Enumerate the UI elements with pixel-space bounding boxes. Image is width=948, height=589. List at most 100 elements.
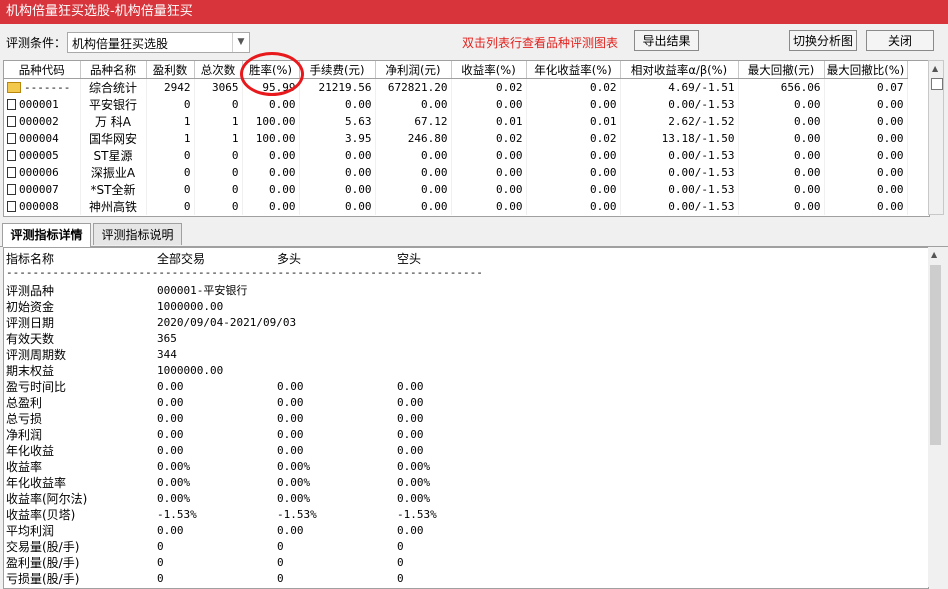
switch-chart-button[interactable]: 切换分析图 bbox=[789, 30, 857, 51]
cell-win: 0 bbox=[146, 164, 195, 181]
scroll-thumb[interactable] bbox=[931, 78, 943, 90]
metric-all: 0.00% bbox=[157, 476, 191, 489]
metric-all: 0.00 bbox=[157, 380, 184, 393]
table-row[interactable]: 000001 平安银行 0 0 0.00 0.00 0.00 0.00 0.00 0.00/-1.… bbox=[4, 96, 908, 113]
cell-total: 0 bbox=[194, 96, 243, 113]
column-header[interactable]: 手续费(元) bbox=[299, 61, 376, 79]
cell-maxdd: 0.00 bbox=[738, 198, 825, 215]
metric-all: 0.00 bbox=[157, 444, 184, 457]
table-row[interactable]: 000007 *ST全新 0 0 0.00 0.00 0.00 0.00 0.00 0.00/-1… bbox=[4, 181, 908, 198]
cell-win: 1 bbox=[146, 113, 195, 130]
chevron-down-icon[interactable]: ▼ bbox=[232, 33, 249, 52]
table-row[interactable]: 000004 国华网安 1 1 100.00 3.95 246.80 0.02 0.02 13.1… bbox=[4, 130, 908, 147]
scroll-thumb[interactable] bbox=[930, 265, 941, 445]
scroll-up-icon[interactable]: ▲ bbox=[932, 64, 938, 73]
cell-fee: 0.00 bbox=[299, 164, 376, 181]
detail-row: 盈亏时间比 0.00 0.00 0.00 bbox=[6, 379, 906, 395]
cell-annual: 0.00 bbox=[526, 96, 621, 113]
metric-all: 2020/09/04-2021/09/03 bbox=[157, 316, 297, 329]
metric-short: 0 bbox=[397, 540, 404, 553]
condition-label: 评测条件： bbox=[6, 36, 67, 50]
table-row[interactable]: ------- 综合统计 2942 3065 95.99 21219.56 672821.2… bbox=[4, 78, 908, 96]
metric-all: 344 bbox=[157, 348, 177, 361]
metric-all: 0.00% bbox=[157, 492, 191, 505]
column-header[interactable]: 最大回撤比(%) bbox=[824, 61, 908, 79]
cell-total: 1 bbox=[194, 130, 243, 147]
metric-all: 0.00% bbox=[157, 460, 191, 473]
cell-annual: 0.02 bbox=[526, 78, 621, 96]
cell-profit: 0.00 bbox=[375, 96, 452, 113]
cell-name: ST星源 bbox=[80, 147, 147, 164]
cell-annual: 0.00 bbox=[526, 164, 621, 181]
metric-all: 0.00 bbox=[157, 412, 184, 425]
metric-all: -1.53% bbox=[157, 508, 197, 521]
table-row[interactable]: 000006 深振业A 0 0 0.00 0.00 0.00 0.00 0.00 0.00/-1.… bbox=[4, 164, 908, 181]
cell-profit: 67.12 bbox=[375, 113, 452, 130]
cell-name: 综合统计 bbox=[80, 78, 147, 96]
cell-name: 神州高铁 bbox=[80, 198, 147, 215]
scroll-up-icon[interactable]: ▲ bbox=[931, 250, 937, 259]
cell-annual: 0.00 bbox=[526, 147, 621, 164]
detail-row: 评测周期数 344 bbox=[6, 347, 906, 363]
cell-fee: 3.95 bbox=[299, 130, 376, 147]
cell-total: 0 bbox=[194, 181, 243, 198]
cell-ddratio: 0.00 bbox=[824, 130, 908, 147]
metric-name: 平均利润 bbox=[6, 524, 55, 538]
cell-fee: 5.63 bbox=[299, 113, 376, 130]
column-header[interactable]: 年化收益率(%) bbox=[526, 61, 621, 79]
metric-name: 净利润 bbox=[6, 428, 43, 442]
column-header[interactable]: 相对收益率α/β(%) bbox=[620, 61, 739, 79]
cell-total: 3065 bbox=[194, 78, 243, 96]
cell-ddratio: 0.00 bbox=[824, 96, 908, 113]
cell-name: 深振业A bbox=[80, 164, 147, 181]
cell-name: 国华网安 bbox=[80, 130, 147, 147]
close-button[interactable]: 关闭 bbox=[866, 30, 934, 51]
document-icon bbox=[7, 167, 16, 178]
tab-description[interactable]: 评测指标说明 bbox=[93, 223, 182, 245]
cell-ret: 0.02 bbox=[451, 130, 527, 147]
cell-ret: 0.00 bbox=[451, 96, 527, 113]
metric-long: 0.00 bbox=[277, 444, 304, 457]
detail-row: 收益率(阿尔法) 0.00% 0.00% 0.00% bbox=[6, 491, 906, 507]
detail-scrollbar[interactable]: ▲ bbox=[928, 247, 944, 587]
document-icon bbox=[7, 133, 16, 144]
column-header[interactable]: 总次数 bbox=[194, 61, 243, 79]
column-header[interactable]: 净利润(元) bbox=[375, 61, 452, 79]
cell-code: 000002 bbox=[4, 113, 81, 130]
title-bar: 机构倍量狂买选股-机构倍量狂买 bbox=[0, 0, 948, 24]
metric-name: 年化收益 bbox=[6, 444, 55, 458]
cell-code: 000001 bbox=[4, 96, 81, 113]
cell-profit: 0.00 bbox=[375, 147, 452, 164]
cell-code: ------- bbox=[4, 78, 81, 96]
cell-rate: 0.00 bbox=[242, 96, 300, 113]
stock-code: 000007 bbox=[19, 183, 59, 196]
cell-code: 000008 bbox=[4, 198, 81, 215]
cell-rel: 13.18/-1.50 bbox=[620, 130, 739, 147]
column-header[interactable]: 收益率(%) bbox=[451, 61, 527, 79]
condition-select[interactable]: 机构倍量狂买选股 ▼ bbox=[67, 32, 250, 53]
metric-short: 0.00% bbox=[397, 460, 431, 473]
column-header[interactable]: 最大回撤(元) bbox=[738, 61, 825, 79]
cell-name: *ST全新 bbox=[80, 181, 147, 198]
table-scrollbar[interactable]: ▲ bbox=[928, 60, 944, 215]
metric-long: 0.00% bbox=[277, 492, 311, 505]
export-button[interactable]: 导出结果 bbox=[634, 30, 699, 51]
table-row[interactable]: 000005 ST星源 0 0 0.00 0.00 0.00 0.00 0.00 0.00/-1.… bbox=[4, 147, 908, 164]
stock-code: 000008 bbox=[19, 200, 59, 213]
table-row[interactable]: 000008 神州高铁 0 0 0.00 0.00 0.00 0.00 0.00 0.00/-1.… bbox=[4, 198, 908, 215]
cell-rate: 0.00 bbox=[242, 147, 300, 164]
table-row[interactable]: 000002 万 科A 1 1 100.00 5.63 67.12 0.01 0.01 2.62/… bbox=[4, 113, 908, 130]
column-header[interactable]: 品种名称 bbox=[80, 61, 147, 79]
cell-ddratio: 0.00 bbox=[824, 181, 908, 198]
detail-tabs: 评测指标详情 评测指标说明 bbox=[0, 222, 948, 247]
stock-code: 000005 bbox=[19, 149, 59, 162]
metric-short: -1.53% bbox=[397, 508, 437, 521]
column-header[interactable]: 盈利数 bbox=[146, 61, 195, 79]
cell-annual: 0.00 bbox=[526, 181, 621, 198]
cell-annual: 0.02 bbox=[526, 130, 621, 147]
tab-detail[interactable]: 评测指标详情 bbox=[2, 223, 91, 247]
detail-row: 有效天数 365 bbox=[6, 331, 906, 347]
cell-rate: 100.00 bbox=[242, 130, 300, 147]
column-header[interactable]: 品种代码 bbox=[4, 61, 81, 79]
metric-name: 收益率(贝塔) bbox=[6, 508, 76, 522]
